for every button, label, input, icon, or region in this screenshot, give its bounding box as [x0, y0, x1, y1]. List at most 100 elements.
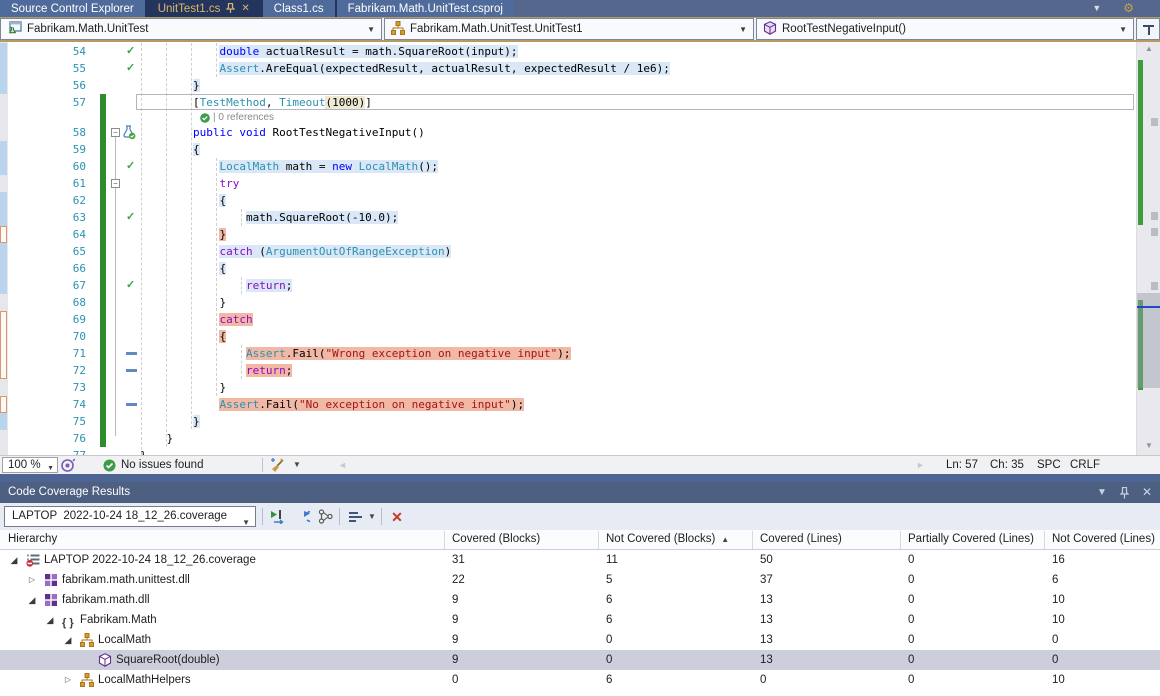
export-results-icon[interactable]	[293, 508, 311, 525]
covered-margin-mark	[0, 60, 7, 77]
tab-unittest1-cs[interactable]: UnitTest1.cs✕	[147, 0, 261, 17]
line-ending-indicator[interactable]: CRLF	[1070, 456, 1100, 474]
split-window-button[interactable]	[1136, 18, 1160, 40]
line-number: 54	[44, 43, 86, 60]
coverage-toolbar: LAPTOP 2022-10-24 18_12_26.coverage▼ ▼ ✕	[0, 503, 1160, 530]
change-bar	[100, 158, 106, 175]
code-line-77: 77}	[0, 447, 1136, 455]
configure-columns-chevron-icon[interactable]: ▼	[366, 508, 378, 525]
code-line-62: 62 {	[0, 192, 1136, 209]
scroll-up-icon[interactable]: ▲	[1137, 44, 1160, 53]
zoom-value: 100 %	[8, 459, 41, 471]
tab-label: Fabrikam.Math.UnitTest.csproj	[348, 3, 503, 15]
column-separator	[752, 531, 753, 549]
document-tabs: Source Control ExplorerUnitTest1.cs✕Clas…	[0, 0, 514, 17]
expander-open-icon[interactable]: ◢	[26, 590, 38, 610]
collapse-minus-box[interactable]: −	[111, 128, 120, 137]
uncovered-margin-mark	[0, 396, 7, 413]
value-cell: 6	[1052, 570, 1058, 590]
value-cell: 0	[606, 650, 612, 670]
line-number: 57	[44, 94, 86, 111]
column-header-hierarchy[interactable]: Hierarchy	[8, 530, 57, 549]
collapse-minus-box[interactable]: −	[111, 179, 120, 188]
gear-icon[interactable]: ⚙	[1123, 2, 1134, 14]
coverage-row-fabrikam-math-unittest-dll[interactable]: ▷fabrikam.math.unittest.dll2253706	[0, 570, 1160, 590]
code-text: {	[140, 260, 226, 277]
value-cell: 0	[1052, 630, 1058, 650]
column-separator	[598, 531, 599, 549]
merge-results-icon[interactable]	[316, 508, 334, 525]
code-line-69: 69 catch	[0, 311, 1136, 328]
column-header-not-covered-blocks[interactable]: Not Covered (Blocks)▲	[606, 530, 729, 549]
value-cell: 6	[606, 590, 612, 610]
expander-closed-icon[interactable]: ▷	[26, 570, 38, 590]
value-cell: 9	[452, 650, 458, 670]
expander-open-icon[interactable]: ◢	[8, 550, 20, 570]
code-line-54: 54✓ double actualResult = math.SquareRoo…	[0, 43, 1136, 60]
coverage-row-localmath[interactable]: ◢LocalMath901300	[0, 630, 1160, 650]
coverage-row-fabrikam-math-dll[interactable]: ◢fabrikam.math.dll9613010	[0, 590, 1160, 610]
close-icon[interactable]: ✕	[1142, 482, 1152, 503]
code-text: catch (ArgumentOutOfRangeException)	[140, 243, 451, 260]
tab-source-control-explorer[interactable]: Source Control Explorer	[0, 0, 145, 17]
scroll-left-icon[interactable]: ◄	[338, 456, 347, 474]
coverage-row-squareroot-double[interactable]: SquareRoot(double)901300	[0, 650, 1160, 670]
remove-coverage-icon[interactable]: ✕	[388, 508, 406, 525]
status-separator	[262, 458, 263, 472]
column-header-not-covered-lines[interactable]: Not Covered (Lines)	[1052, 530, 1155, 549]
row-label: LAPTOP 2022-10-24 18_12_26.coverage	[44, 550, 256, 570]
expander-open-icon[interactable]: ◢	[62, 630, 74, 650]
window-splitter[interactable]	[0, 474, 1160, 482]
coverage-panel-title-bar[interactable]: Code Coverage Results ▼ ✕	[0, 482, 1160, 503]
coverage-row-laptop-2022-10-24-18-12-26-coverage[interactable]: ◢LAPTOP 2022-10-24 18_12_26.coverage3111…	[0, 550, 1160, 570]
change-bar	[100, 226, 106, 243]
navbar-dropdown-fabrikam-math-unittest-unittest1[interactable]: Fabrikam.Math.UnitTest.UnitTest1▼	[384, 18, 754, 40]
value-cell: 0	[760, 670, 766, 690]
code-line-65: 65 catch (ArgumentOutOfRangeException)	[0, 243, 1136, 260]
scroll-right-icon[interactable]: ►	[916, 456, 925, 474]
close-icon[interactable]: ✕	[241, 4, 249, 14]
code-editor[interactable]: 54✓ double actualResult = math.SquareRoo…	[0, 42, 1160, 455]
tab-list-chevron-icon[interactable]: ▼	[1092, 3, 1101, 13]
coverage-row-fabrikam-math[interactable]: ◢{ }Fabrikam.Math9613010	[0, 610, 1160, 630]
editor-scrollbar[interactable]: ▲ ▼	[1136, 42, 1160, 455]
code-text: try	[140, 175, 239, 192]
sort-ascending-icon: ▲	[721, 535, 729, 544]
import-results-icon[interactable]	[269, 508, 287, 525]
codelens-references[interactable]: | 0 references	[213, 111, 274, 124]
navbar-dropdown-fabrikam-math-unittest[interactable]: Fabrikam.Math.UnitTest▼	[0, 18, 382, 40]
pin-icon[interactable]	[1120, 487, 1129, 499]
tab-class1-cs[interactable]: Class1.cs	[263, 0, 335, 17]
configure-columns-icon[interactable]	[347, 508, 365, 525]
assembly-icon	[44, 593, 58, 607]
scroll-down-icon[interactable]: ▼	[1137, 441, 1160, 450]
tab-fabrikam-math-unittest-csproj[interactable]: Fabrikam.Math.UnitTest.csproj	[337, 0, 514, 17]
zoom-select[interactable]: 100 %▼	[2, 457, 58, 473]
expander-closed-icon[interactable]: ▷	[62, 670, 74, 690]
code-line-64: 64 }	[0, 226, 1136, 243]
navbar-dropdown-roottestnegativeinput[interactable]: RootTestNegativeInput()▼	[756, 18, 1134, 40]
code-cleanup-chevron-icon[interactable]: ▼	[293, 456, 301, 474]
code-text: LocalMath math = new LocalMath();	[140, 158, 438, 175]
covered-margin-mark	[0, 158, 7, 175]
change-bar	[100, 260, 106, 277]
window-position-chevron-icon[interactable]: ▼	[1097, 482, 1107, 503]
value-cell: 37	[760, 570, 773, 590]
covered-check-icon: ✓	[126, 44, 135, 59]
class-icon	[80, 633, 94, 647]
value-cell: 10	[1052, 590, 1065, 610]
line-number: 58	[44, 124, 86, 141]
line-number: 73	[44, 379, 86, 396]
toolbar-separator	[381, 508, 382, 525]
column-header-covered-lines[interactable]: Covered (Lines)	[760, 530, 842, 549]
coverage-row-localmathhelpers[interactable]: ▷LocalMathHelpers060010	[0, 670, 1160, 690]
column-header-partially-covered-lines[interactable]: Partially Covered (Lines)	[908, 530, 1034, 549]
column-header-covered-blocks[interactable]: Covered (Blocks)	[452, 530, 540, 549]
method-icon	[98, 653, 112, 667]
coverage-file-select[interactable]: LAPTOP 2022-10-24 18_12_26.coverage▼	[4, 506, 256, 527]
value-cell: 0	[452, 670, 458, 690]
pin-icon[interactable]	[226, 3, 235, 14]
uncovered-margin-mark	[0, 226, 7, 243]
spaces-indicator[interactable]: SPC	[1037, 456, 1061, 474]
expander-open-icon[interactable]: ◢	[44, 610, 56, 630]
